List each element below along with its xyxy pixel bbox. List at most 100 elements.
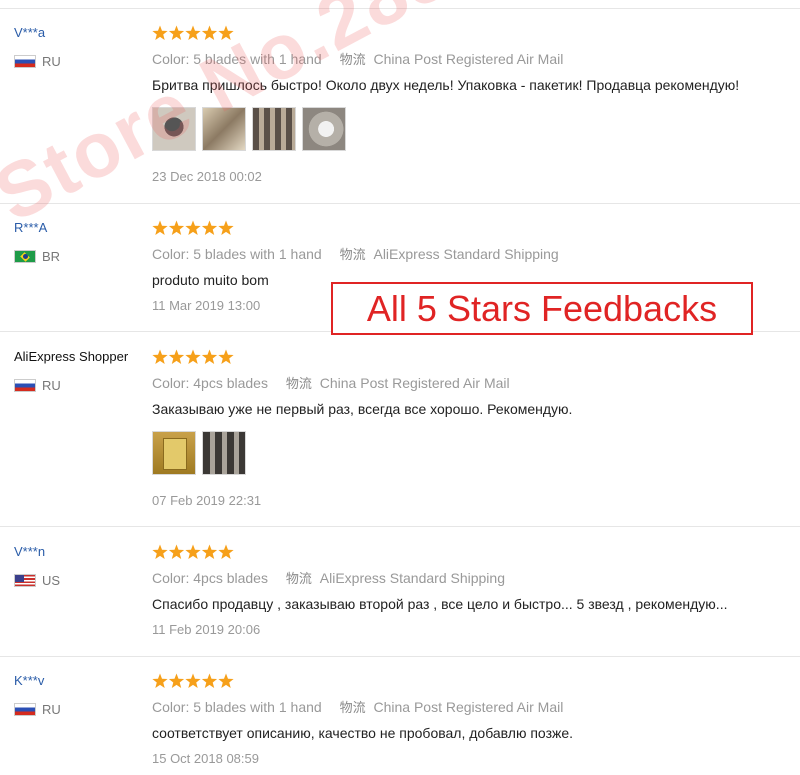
star-icon	[218, 220, 234, 235]
review-comment: Заказываю уже не первый раз, всегда все …	[152, 401, 573, 417]
review-photo-thumbnail[interactable]	[302, 107, 346, 151]
top-divider	[0, 8, 800, 9]
stars-svg	[152, 25, 234, 40]
color-label: Color:	[152, 375, 190, 391]
review-date: 15 Oct 2018 08:59	[152, 751, 259, 766]
reviewer-country: RU	[14, 378, 61, 393]
star-icon	[218, 25, 234, 40]
shipping-label: 物流	[339, 53, 366, 68]
star-icon	[168, 544, 185, 559]
review-date: 07 Feb 2019 22:31	[152, 493, 262, 508]
star-icon	[168, 673, 185, 688]
star-icon	[152, 544, 168, 559]
star-icon	[218, 673, 234, 688]
color-value: 5 blades with 1 hand	[193, 246, 322, 262]
order-info: Color: 5 blades with 1 hand 物流 China Pos…	[152, 697, 563, 716]
star-icon	[201, 673, 218, 688]
star-icon	[185, 220, 201, 235]
color-value: 4pcs blades	[193, 570, 268, 586]
reviewer-name[interactable]: V***n	[14, 544, 45, 559]
review-comment: соответствует описанию, качество не проб…	[152, 725, 574, 741]
country-code: US	[42, 573, 61, 588]
star-icon	[168, 25, 185, 40]
reviewer-name[interactable]: V***a	[14, 25, 45, 40]
order-info: Color: 5 blades with 1 hand 物流 AliExpres…	[152, 244, 559, 263]
review-divider	[0, 526, 800, 527]
star-icon	[201, 349, 218, 364]
order-info: Color: 5 blades with 1 hand 物流 China Pos…	[152, 49, 563, 68]
stars-svg	[152, 349, 234, 364]
reviewer-country: US	[14, 573, 60, 588]
country-code: RU	[42, 378, 61, 393]
star-rating	[152, 349, 236, 365]
star-rating	[152, 220, 236, 236]
review-divider	[0, 203, 800, 204]
star-icon	[168, 220, 185, 235]
review-photo-thumbnail[interactable]	[152, 431, 196, 475]
star-icon	[152, 25, 168, 40]
star-icon	[201, 544, 218, 559]
shipping-value: China Post Registered Air Mail	[373, 51, 564, 67]
flag-russia-icon	[14, 379, 36, 392]
shipping-value: AliExpress Standard Shipping	[319, 570, 505, 586]
shipping-value: China Post Registered Air Mail	[319, 375, 510, 391]
country-code: BR	[42, 249, 61, 264]
color-label: Color:	[152, 51, 190, 67]
star-icon	[218, 349, 234, 364]
flag-russia-icon	[14, 55, 36, 68]
star-rating	[152, 544, 236, 560]
reviewer-name[interactable]: AliExpress Shopper	[14, 349, 128, 364]
reviewer-name[interactable]: R***A	[14, 220, 47, 235]
shipping-label: 物流	[339, 248, 366, 263]
shipping-label: 物流	[285, 572, 312, 587]
reviewer-country: RU	[14, 702, 61, 717]
review-date: 11 Feb 2019 20:06	[152, 622, 261, 637]
star-icon	[201, 25, 218, 40]
color-label: Color:	[152, 246, 190, 262]
order-info: Color: 4pcs blades 物流 China Post Registe…	[152, 373, 510, 392]
review-photo-thumbnail[interactable]	[252, 107, 296, 151]
review-photo-thumbnail[interactable]	[202, 431, 246, 475]
star-icon	[185, 544, 201, 559]
flag-russia-icon	[14, 703, 36, 716]
star-icon	[185, 673, 201, 688]
color-label: Color:	[152, 570, 190, 586]
review-date: 23 Dec 2018 00:02	[152, 169, 262, 184]
shipping-value: AliExpress Standard Shipping	[373, 246, 559, 262]
review-photo-thumbnail[interactable]	[152, 107, 196, 151]
star-icon	[185, 349, 201, 364]
order-info: Color: 4pcs blades 物流 AliExpress Standar…	[152, 568, 505, 587]
flag-usa-icon	[14, 574, 36, 587]
stars-svg	[152, 673, 234, 688]
country-code: RU	[42, 702, 61, 717]
review-photos	[152, 431, 246, 475]
reviewer-country: RU	[14, 54, 61, 69]
star-icon	[152, 349, 168, 364]
review-comment: Спасибо продавцу , заказываю второй раз …	[152, 596, 728, 612]
color-value: 4pcs blades	[193, 375, 268, 391]
star-icon	[168, 349, 185, 364]
star-rating	[152, 673, 236, 689]
stars-svg	[152, 220, 234, 235]
color-value: 5 blades with 1 hand	[193, 699, 322, 715]
star-rating	[152, 25, 236, 41]
star-icon	[152, 220, 168, 235]
review-comment: produto muito bom	[152, 272, 269, 288]
star-icon	[201, 220, 218, 235]
review-photo-thumbnail[interactable]	[202, 107, 246, 151]
color-value: 5 blades with 1 hand	[193, 51, 322, 67]
star-icon	[152, 673, 168, 688]
review-date: 11 Mar 2019 13:00	[152, 298, 261, 313]
country-code: RU	[42, 54, 61, 69]
shipping-label: 物流	[339, 701, 366, 716]
reviewer-country: BR	[14, 249, 60, 264]
reviewer-name[interactable]: K***v	[14, 673, 44, 688]
color-label: Color:	[152, 699, 190, 715]
star-icon	[185, 25, 201, 40]
shipping-label: 物流	[285, 377, 312, 392]
shipping-value: China Post Registered Air Mail	[373, 699, 564, 715]
review-photos	[152, 107, 346, 151]
five-stars-banner: All 5 Stars Feedbacks	[331, 282, 753, 335]
flag-brazil-icon	[14, 250, 36, 263]
review-comment: Бритва пришлось быстро! Около двух недел…	[152, 77, 740, 93]
